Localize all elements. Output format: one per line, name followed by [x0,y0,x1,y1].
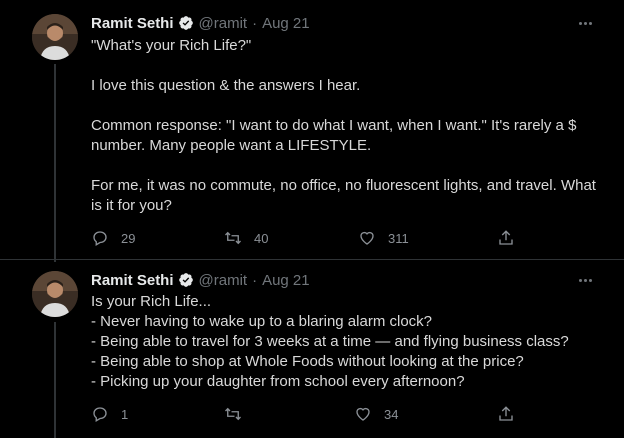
separator: · [252,271,258,289]
thread-line [54,64,56,262]
like-button[interactable]: 311 [358,228,409,248]
tweet-header: Ramit Sethi @ramit · Aug 21 [91,12,310,34]
reply-button[interactable]: 1 [91,404,128,424]
thread-line [54,322,56,438]
tweet-line: - Picking up your daughter from school e… [91,373,465,390]
tweet-text: "What's your Rich Life?" I love this que… [91,36,601,216]
retweet-button[interactable]: 40 [224,228,268,248]
share-icon [499,230,513,245]
reply-button[interactable]: 29 [91,228,135,248]
like-icon [356,407,370,421]
author-handle[interactable]: @ramit [199,15,248,32]
tweet-line: - Being able to travel for 3 weeks at a … [91,333,569,350]
reply-count: 29 [121,230,136,246]
tweet-date[interactable]: Aug 21 [262,15,310,32]
avatar[interactable] [32,14,78,60]
reply-icon [93,231,107,246]
tweet-paragraph: For me, it was no commute, no office, no… [91,177,601,214]
share-button[interactable] [497,228,515,248]
retweet-icon [225,407,241,421]
reply-count: 1 [121,406,129,422]
tweet-line: - Being able to shop at Whole Foods with… [91,353,524,370]
reply-icon [93,407,107,422]
more-icon[interactable] [579,18,597,28]
tweet-text: Is your Rich Life... - Never having to w… [91,292,601,392]
like-count: 311 [388,230,409,246]
like-icon [360,231,374,245]
tweet-header: Ramit Sethi @ramit · Aug 21 [91,269,310,291]
tweet-paragraph: I love this question & the answers I hea… [91,77,361,94]
retweet-button[interactable] [224,404,254,424]
separator: · [252,14,258,32]
more-icon[interactable] [579,275,597,285]
author-name[interactable]: Ramit Sethi [91,15,174,32]
share-icon [499,406,513,421]
verified-badge-icon [178,15,194,31]
like-count: 34 [384,406,399,422]
author-name[interactable]: Ramit Sethi [91,272,174,289]
like-button[interactable]: 34 [354,404,398,424]
tweet-paragraph: Common response: "I want to do what I wa… [91,117,581,154]
verified-badge-icon [178,272,194,288]
tweet-divider [0,259,624,260]
tweet-paragraph: "What's your Rich Life?" [91,37,252,54]
share-button[interactable] [497,404,515,424]
tweet-line: Is your Rich Life... [91,293,212,310]
retweet-icon [225,231,241,245]
tweet-line: - Never having to wake up to a blaring a… [91,313,433,330]
tweet-date[interactable]: Aug 21 [262,272,310,289]
avatar[interactable] [32,271,78,317]
retweet-count: 40 [254,230,269,246]
author-handle[interactable]: @ramit [199,272,248,289]
